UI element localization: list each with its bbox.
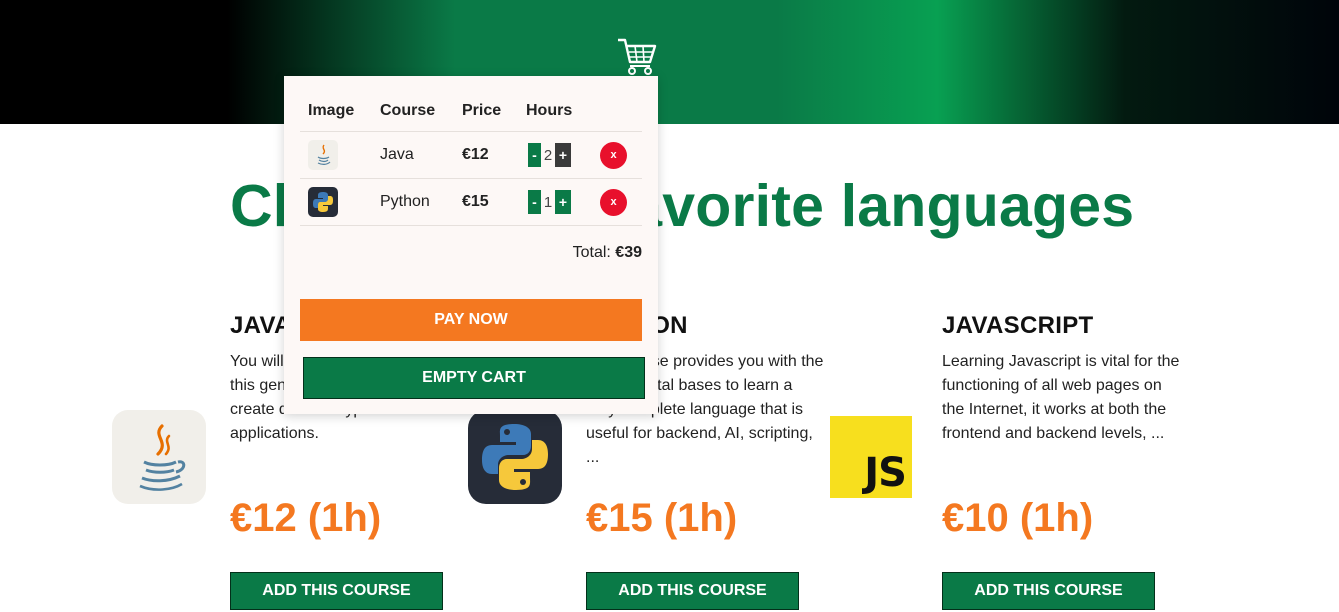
cart-total-value: €39 (615, 244, 642, 261)
increase-hours-button[interactable]: + (555, 190, 571, 214)
java-thumbnail-icon (308, 140, 338, 170)
page-header (0, 0, 1339, 124)
remove-cell: x (600, 132, 627, 178)
cart-item-price: €15 (462, 193, 489, 210)
remove-item-button[interactable]: x (600, 188, 627, 216)
column-header-image: Image (308, 102, 355, 119)
python-logo-icon (468, 410, 562, 504)
column-header-hours: Hours (526, 102, 573, 119)
course-price: €15 (1h) (586, 496, 738, 540)
course-description: Learning Javascript is vital for the fun… (942, 353, 1180, 442)
course-card-javascript: JAVASCRIPT Learning Javascript is vital … (942, 312, 1182, 610)
cart-item-image-cell (308, 179, 338, 225)
cart-item-course: Java (380, 146, 414, 163)
hours-value: 2 (543, 146, 553, 164)
add-course-button-java[interactable]: ADD THIS COURSE (230, 572, 443, 610)
column-header-price: Price (462, 102, 502, 119)
course-price: €10 (1h) (942, 496, 1094, 540)
cart-dropdown: Image Course Price Hours Java €12 - 2 + (284, 76, 658, 414)
remove-item-button[interactable]: x (600, 141, 627, 169)
remove-cell: x (600, 179, 627, 225)
cart-table: Image Course Price Hours Java €12 - 2 + (300, 98, 642, 226)
hours-value: 1 (543, 193, 553, 211)
quantity-stepper: - 1 + (528, 179, 571, 225)
decrease-hours-button[interactable]: - (528, 190, 541, 214)
js-logo-icon: JS (830, 416, 912, 498)
cart-item-python: Python €15 - 1 + x (300, 179, 642, 226)
cart-table-header: Image Course Price Hours (300, 98, 642, 132)
java-logo-icon (112, 410, 206, 504)
decrease-hours-button[interactable]: - (528, 143, 541, 167)
empty-cart-button[interactable]: EMPTY CART (303, 357, 645, 399)
python-thumbnail-icon (308, 187, 338, 217)
cart-item-course: Python (380, 193, 430, 210)
add-course-button-javascript[interactable]: ADD THIS COURSE (942, 572, 1155, 610)
column-header-course: Course (380, 102, 436, 119)
cart-item-image-cell (308, 132, 338, 178)
course-title: JAVASCRIPT (942, 312, 1094, 339)
quantity-stepper: - 2 + (528, 132, 571, 178)
add-course-button-python[interactable]: ADD THIS COURSE (586, 572, 799, 610)
increase-hours-button[interactable]: + (555, 143, 571, 167)
cart-item-price: €12 (462, 146, 489, 163)
course-price: €12 (1h) (230, 496, 382, 540)
js-logo-text: JS (864, 450, 907, 496)
shopping-cart-icon[interactable] (616, 36, 658, 76)
cart-item-java: Java €12 - 2 + x (300, 132, 642, 179)
cart-total: Total: €39 (573, 244, 642, 262)
pay-now-button[interactable]: PAY NOW (300, 299, 642, 341)
cart-total-label: Total: (572, 244, 611, 261)
